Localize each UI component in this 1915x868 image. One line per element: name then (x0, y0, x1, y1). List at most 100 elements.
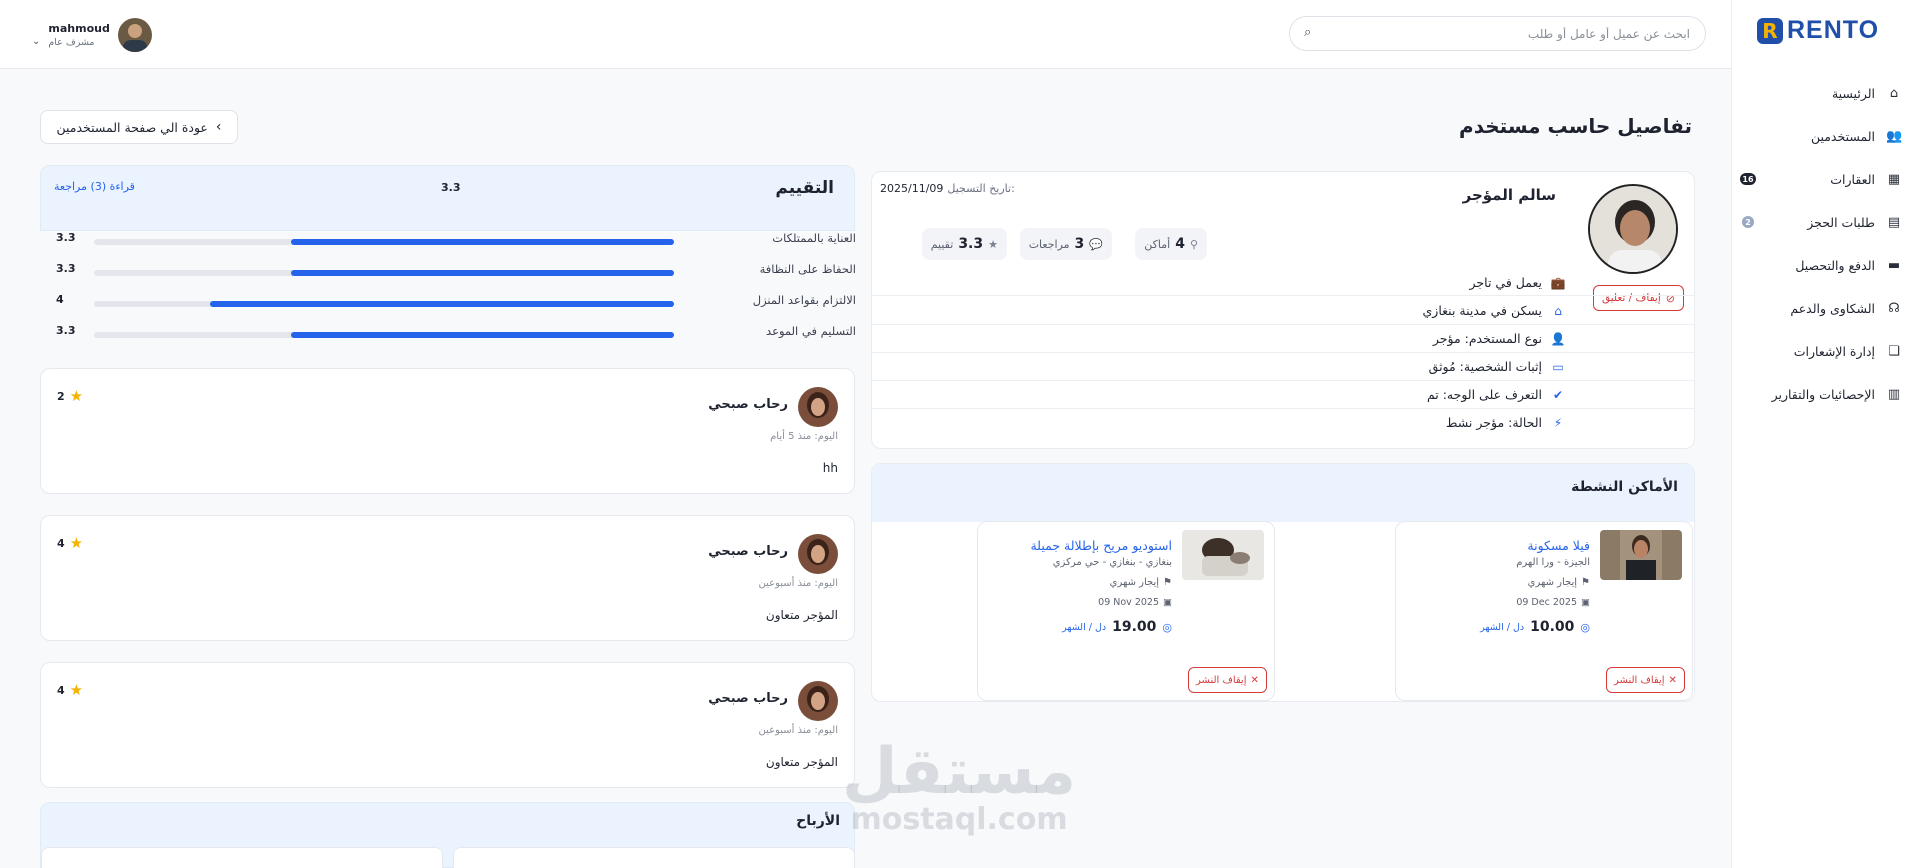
chevron-down-icon: ⌄ (32, 35, 41, 47)
rating-label: الالتزام بقواعد المنزل (752, 293, 856, 307)
price-value: 19.00 (1112, 619, 1157, 635)
reviewer-avatar (798, 681, 838, 721)
home-icon: ⌂ (1889, 85, 1899, 101)
stat-label: تقييم (930, 237, 954, 251)
back-to-users-button[interactable]: عودة الي صفحة المستخدمين ‹ (40, 110, 238, 144)
price-unit: دل / الشهر (1480, 621, 1525, 633)
review-card: رحاب صبحي اليوم: منذ أسبوعين المؤجر متعا… (40, 515, 855, 641)
place-rent-type: ⚑ إيجار شهري (1528, 577, 1590, 588)
read-reviews-link[interactable]: قراءة (3) مراجعة (54, 180, 135, 193)
rating-fill (210, 301, 674, 307)
rating-row: الالتزام بقواعد المنزل 4 (44, 293, 856, 313)
stop-publish-button[interactable]: ✕ إيقاف النشر (1188, 667, 1267, 693)
review-time: اليوم: منذ أسبوعين (758, 578, 839, 589)
stop-publish-button[interactable]: ✕ إيقاف النشر (1606, 667, 1685, 693)
suspend-button[interactable]: ⊘ إيقاف / تعليق (1592, 285, 1684, 311)
sidebar-item-users[interactable]: المستخدمين 👥 (1732, 120, 1915, 152)
review-card: رحاب صبحي اليوم: منذ أسبوعين المؤجر متعا… (40, 662, 855, 788)
stars-value: 2 (57, 389, 65, 403)
review-stars: 4 ★ (57, 681, 83, 699)
detail-text: يسكن في مدينة بنغازي (1422, 303, 1542, 318)
stars-value: 4 (57, 683, 65, 697)
star-icon: ★ (69, 681, 84, 699)
rating-value: 3.3 (56, 262, 76, 275)
reviewer-avatar (798, 534, 838, 574)
stat-label: مراجعات (1028, 237, 1070, 251)
search-input[interactable] (1330, 17, 1690, 50)
rating-label: الحفاظ على النظافة (759, 262, 856, 276)
date-text: 09 Dec 2025 (1516, 597, 1578, 608)
sidebar-item-label: الإحصائيات والتقارير (1771, 386, 1875, 402)
rating-fill (291, 270, 674, 276)
place-card[interactable]: استوديو مريح بإطلالة جميلة بنغازي - بنغا… (977, 521, 1275, 701)
sidebar-item-label: العقارات (1830, 171, 1875, 187)
divider (872, 324, 1694, 325)
star-icon: ★ (988, 237, 998, 251)
user-menu[interactable]: ⌄ mahmoud مشرف عام (32, 18, 152, 52)
stat-value: 3.3 (958, 236, 984, 252)
place-price: ◎ 10.00 دل / الشهر (1480, 619, 1590, 635)
earnings-card: الأرباح (40, 802, 855, 868)
price-unit: دل / الشهر (1062, 621, 1107, 633)
review-card: رحاب صبحي اليوم: منذ 5 أيام hh 2 ★ (40, 368, 855, 494)
reviewer-name: رحاب صبحي (708, 397, 788, 412)
registration-date: 2025/11/09 تاريخ التسجيل: (880, 182, 1015, 195)
stat-rating: ★ 3.3 تقييم (921, 228, 1007, 260)
sidebar-item-bookings[interactable]: 2 طلبات الحجز ▤ (1732, 206, 1915, 238)
chevron-left-icon: ‹ (215, 119, 222, 135)
rating-row: التسليم في الموعد 3.3 (44, 324, 856, 344)
divider (872, 380, 1694, 381)
place-title[interactable]: فيلا مسكونة (1527, 538, 1590, 553)
rent-type-text: إيجار شهري (1527, 577, 1578, 588)
search-icon: ⌕ (1304, 25, 1312, 40)
sidebar-item-reports[interactable]: الإحصائيات والتقارير ▥ (1732, 378, 1915, 410)
clipboard-icon: ▤ (1887, 214, 1901, 230)
earnings-title: الأرباح (796, 813, 840, 829)
earnings-box (453, 847, 855, 868)
stop-label: إيقاف النشر (1196, 674, 1247, 686)
coins-icon: ◎ (1580, 620, 1590, 634)
price-value: 10.00 (1530, 619, 1575, 635)
stat-label: أماكن (1144, 237, 1171, 251)
divider (872, 352, 1694, 353)
page-title: تفاصيل حاسب مستخدم (1459, 114, 1692, 138)
top-bar: ⌕ ⌄ mahmoud مشرف عام (0, 0, 1731, 69)
date-text: 09 Nov 2025 (1098, 597, 1160, 608)
sidebar-item-notifications[interactable]: إدارة الإشعارات ❏ (1732, 335, 1915, 367)
user-check-icon: ✔ (1552, 387, 1564, 402)
detail-identity: ▭ إثبات الشخصية: مُوثق (1429, 359, 1566, 374)
review-stars: 2 ★ (57, 387, 83, 405)
profile-photo (1588, 184, 1678, 274)
rating-track (94, 239, 674, 245)
rating-track (94, 332, 674, 338)
place-title[interactable]: استوديو مريح بإطلالة جميلة (1030, 538, 1172, 553)
sidebar: R RENTO الرئيسية ⌂ المستخدمين 👥 16 العقا… (1731, 0, 1915, 868)
reviewer-name: رحاب صبحي (708, 691, 788, 706)
home-icon: ⌂ (1554, 303, 1562, 318)
rating-value: 3.3 (56, 324, 76, 337)
search-box[interactable]: ⌕ (1289, 16, 1706, 51)
sidebar-item-label: الرئيسية (1831, 85, 1875, 101)
sidebar-item-support[interactable]: الشكاوى والدعم ☊ (1732, 292, 1915, 324)
user-role: مشرف عام (48, 37, 95, 48)
place-date: 09 Dec 2025 ▣ (1516, 597, 1590, 608)
rating-track (94, 270, 674, 276)
sidebar-item-payments[interactable]: الدفع والتحصيل ▬ (1732, 249, 1915, 281)
watermark-latin: mostaql.com (850, 802, 1068, 837)
rating-row: العناية بالممتلكات 3.3 (44, 231, 856, 251)
detail-text: التعرف على الوجه: تم (1426, 387, 1542, 402)
rating-average: 3.3 (441, 181, 461, 194)
places-title: الأماكن النشطة (1571, 479, 1678, 495)
place-card[interactable]: فيلا مسكونة الجيزة - ورا الهرم ⚑ إيجار ش… (1395, 521, 1693, 701)
close-icon: ✕ (1250, 674, 1259, 686)
place-location: الجيزة - ورا الهرم (1516, 557, 1590, 568)
bolt-icon: ⚡ (1553, 415, 1563, 430)
flag-icon: ⚑ (1581, 577, 1590, 588)
sidebar-item-properties[interactable]: 16 العقارات ▦ (1732, 163, 1915, 195)
ban-icon: ⊘ (1665, 291, 1675, 305)
sidebar-item-home[interactable]: الرئيسية ⌂ (1732, 77, 1915, 109)
rento-logo[interactable]: R RENTO (1757, 16, 1879, 45)
rating-row: الحفاظ على النظافة 3.3 (44, 262, 856, 282)
detail-text: الحالة: مؤجر نشط (1445, 415, 1542, 430)
back-button-label: عودة الي صفحة المستخدمين (56, 119, 208, 135)
